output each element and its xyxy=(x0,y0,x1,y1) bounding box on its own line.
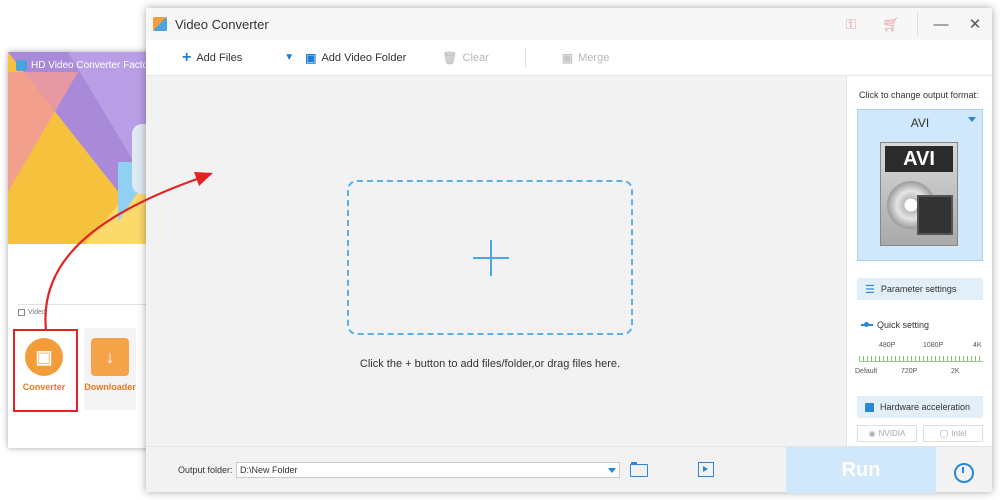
video-converter-window: Video Converter ⚿ 🛒︎ — ✕ + Add Files ▼ ▣… xyxy=(146,8,992,493)
downloader-label: Downloader xyxy=(84,382,136,392)
add-files-button[interactable]: + Add Files xyxy=(182,49,242,67)
key-icon[interactable]: ⚿ xyxy=(831,16,871,33)
trash-icon: 🗑︎ xyxy=(442,50,458,65)
parameter-settings-button[interactable]: ☰ Parameter settings xyxy=(857,278,983,300)
output-panel: Click to change output format: AVI AVI ☰… xyxy=(846,76,992,446)
avi-format-icon: AVI xyxy=(880,142,958,246)
intel-option[interactable]: ◯ Intel xyxy=(923,425,983,442)
toolbar: + Add Files ▼ ▣ Add Video Folder 🗑︎ Clea… xyxy=(146,40,992,76)
add-files-label: Add Files xyxy=(196,51,243,64)
drop-area[interactable]: Click the + button to add files/folder,o… xyxy=(146,76,846,446)
nvidia-option[interactable]: ◉ NVIDIA xyxy=(857,425,917,442)
plus-icon: + xyxy=(182,48,192,66)
app-logo-icon xyxy=(16,60,27,71)
intel-label: Intel xyxy=(951,429,967,438)
output-format-header: Click to change output format: xyxy=(859,90,979,100)
add-video-folder-label: Add Video Folder xyxy=(321,51,407,64)
launcher-title-text: HD Video Converter Factory P xyxy=(31,60,158,71)
output-format-selector[interactable]: AVI AVI xyxy=(857,109,983,261)
section-video-label: Video xyxy=(28,309,46,316)
launcher-title: HD Video Converter Factory P xyxy=(16,60,158,71)
dropdown-arrow-icon[interactable] xyxy=(608,468,616,473)
quick-setting: Quick setting xyxy=(861,320,929,330)
merge-label: Merge xyxy=(578,51,610,64)
alarm-clock-icon[interactable] xyxy=(952,460,974,483)
close-button[interactable]: ✕ xyxy=(958,15,992,33)
add-video-folder-button[interactable]: ▼ ▣ Add Video Folder xyxy=(284,51,406,65)
hardware-acceleration-button[interactable]: Hardware acceleration xyxy=(857,396,983,418)
merge-icon: ▣ xyxy=(561,50,574,65)
res-default: Default xyxy=(855,368,878,375)
highlight-box xyxy=(13,329,78,412)
sliders-icon: ☰ xyxy=(865,283,875,296)
res-4k: 4K xyxy=(973,342,982,349)
bottom-bar: Output folder: Run xyxy=(146,446,992,493)
nvidia-icon: ◉ xyxy=(868,429,876,438)
media-folder-icon[interactable] xyxy=(698,462,714,477)
output-folder-input[interactable] xyxy=(236,462,620,478)
res-1080p: 1080P xyxy=(923,342,944,349)
res-720p: 720P xyxy=(901,368,918,375)
intel-icon: ◯ xyxy=(939,429,949,438)
run-button[interactable]: Run xyxy=(786,447,936,493)
output-format-name: AVI xyxy=(910,116,930,130)
format-icon-label: AVI xyxy=(885,146,953,172)
parameter-settings-label: Parameter settings xyxy=(880,284,957,294)
title-bar: Video Converter ⚿ 🛒︎ — ✕ xyxy=(146,8,992,40)
open-folder-icon[interactable] xyxy=(630,462,648,477)
minimize-button[interactable]: — xyxy=(924,16,958,33)
quick-setting-label: Quick setting xyxy=(877,320,930,330)
hardware-acceleration-label: Hardware acceleration xyxy=(880,402,971,412)
quick-setting-slider[interactable] xyxy=(859,356,983,362)
clear-button[interactable]: 🗑︎ Clear xyxy=(442,51,489,65)
add-files-drop-zone[interactable] xyxy=(347,180,633,335)
nvidia-label: NVIDIA xyxy=(878,429,906,438)
drop-hint-text: Click the + button to add files/folder,o… xyxy=(359,358,621,370)
screen: HD Video Converter Factory P Video ▣ Con… xyxy=(0,0,1000,500)
slider-icon xyxy=(861,322,873,327)
video-section-icon xyxy=(18,309,25,316)
output-folder-label: Output folder: xyxy=(178,465,233,475)
clear-label: Clear xyxy=(462,51,489,64)
res-480p: 480P xyxy=(879,342,896,349)
res-2k: 2K xyxy=(951,368,960,375)
downloader-tool[interactable]: ↓ Downloader xyxy=(84,328,136,410)
run-label: Run xyxy=(841,458,881,481)
window-title: Video Converter xyxy=(175,16,269,32)
dropdown-arrow-icon xyxy=(968,117,976,122)
section-video: Video xyxy=(18,304,158,316)
folder-video-icon: ▣ xyxy=(305,50,317,65)
download-icon: ↓ xyxy=(91,338,129,376)
toolbar-divider xyxy=(524,47,526,68)
plus-icon[interactable] xyxy=(473,240,509,276)
dropdown-arrow-icon: ▼ xyxy=(284,52,295,63)
app-logo-icon xyxy=(153,17,167,31)
cart-icon[interactable]: 🛒︎ xyxy=(871,16,911,33)
film-icon xyxy=(917,195,953,235)
merge-button[interactable]: ▣ Merge xyxy=(562,51,610,65)
launcher-banner: HD Video Converter Factory P xyxy=(8,52,158,244)
chip-icon xyxy=(865,402,874,412)
